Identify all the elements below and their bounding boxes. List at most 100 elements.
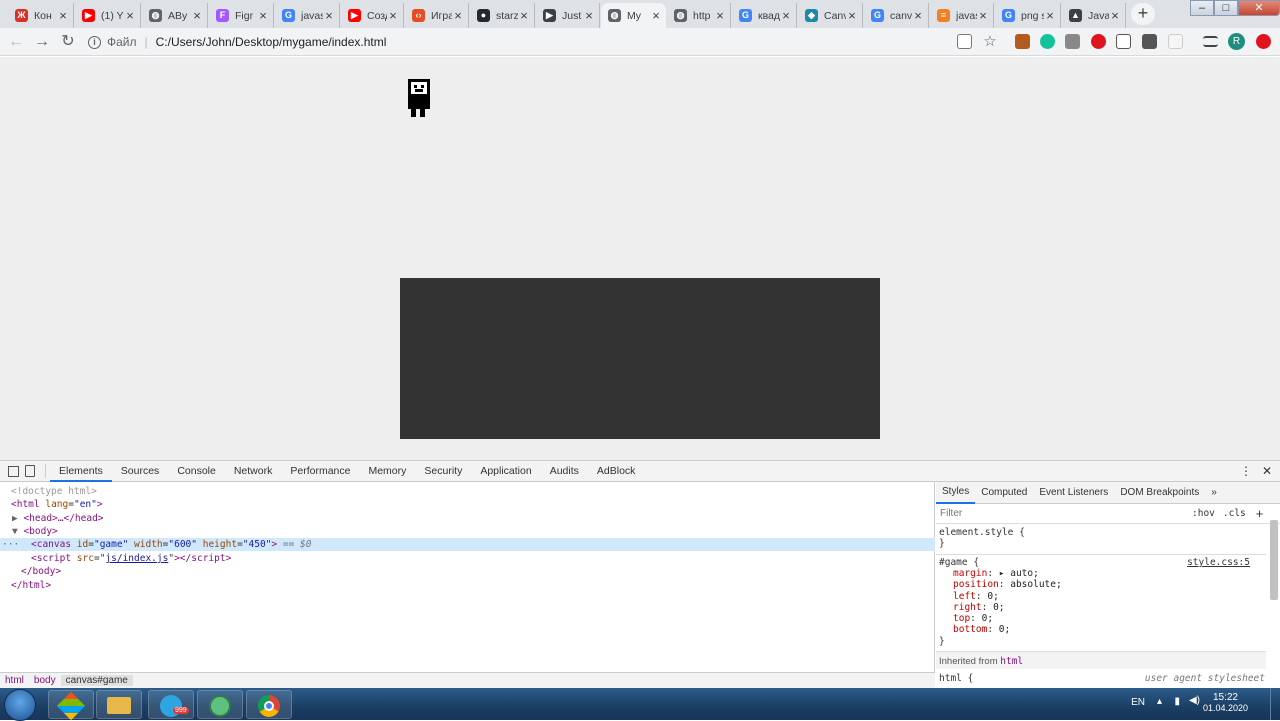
browser-tab[interactable]: F Figr × (209, 3, 274, 28)
dom-doctype[interactable]: <!doctype html> (0, 485, 935, 498)
browser-tab[interactable]: Gквадра× (732, 3, 797, 28)
address-bar[interactable]: i Файл | C:/Users/John/Desktop/mygame/in… (88, 30, 1008, 54)
tab-close-icon[interactable]: × (780, 8, 792, 23)
devtools-tab-sources[interactable]: Sources (112, 461, 169, 482)
css-declaration[interactable]: right: 0; (953, 602, 1265, 613)
devtools-tab-security[interactable]: Security (415, 461, 471, 482)
devtools-tab-audits[interactable]: Audits (541, 461, 588, 482)
browser-tab[interactable]: ● starzone× (470, 3, 535, 28)
browser-tab[interactable]: ◍ My × (601, 3, 666, 28)
more-tabs-chevron[interactable]: » (1205, 482, 1223, 503)
devtools-close-icon[interactable]: ✕ (1262, 464, 1272, 478)
css-value[interactable]: 0; (987, 591, 998, 602)
css-declaration[interactable]: left: 0; (953, 591, 1265, 602)
dom-head-node[interactable]: ▶ <head>…</head> (0, 512, 935, 525)
devtools-tab-adblock[interactable]: AdBlock (588, 461, 645, 482)
browser-tab[interactable]: Gcanvas× (864, 3, 929, 28)
grammarly-icon[interactable] (1040, 34, 1055, 49)
extension-icon[interactable] (1168, 34, 1183, 49)
opera-icon[interactable] (1256, 34, 1271, 49)
dom-canvas-node[interactable]: ··· <canvas id="game" width="600" height=… (0, 538, 935, 551)
breadcrumb-canvas[interactable]: canvas#game (60, 675, 133, 686)
dom-html-node[interactable]: <html lang="en"> (0, 498, 935, 511)
css-value[interactable]: 0; (999, 624, 1010, 635)
tab-close-icon[interactable]: × (583, 8, 595, 23)
rule-source-link[interactable]: style.css:5 (1187, 557, 1250, 568)
minimize-button[interactable]: – (1190, 0, 1214, 16)
tab-close-icon[interactable]: × (57, 8, 69, 23)
css-declaration[interactable]: margin: ▸ auto; (953, 568, 1265, 579)
volume-icon[interactable]: ◀) (1189, 695, 1200, 706)
browser-tab[interactable]: Gpng sm× (995, 3, 1061, 28)
ua-css-rule[interactable]: html { user agent stylesheet (939, 673, 1265, 684)
inherited-from-link[interactable]: html (1000, 656, 1023, 667)
tab-close-icon[interactable]: × (650, 8, 662, 23)
browser-tab[interactable]: ▲ Javascri× (1062, 3, 1126, 28)
browser-tab[interactable]: ▶ Создан× (341, 3, 404, 28)
clock[interactable]: 15:22 01.04.2020 (1203, 692, 1248, 713)
extension-icon[interactable] (1065, 34, 1080, 49)
tab-close-icon[interactable]: × (387, 8, 399, 23)
back-button[interactable]: ← (6, 32, 26, 52)
tab-close-icon[interactable]: × (257, 8, 269, 23)
dom-html-close[interactable]: </html> (0, 579, 935, 592)
tab-close-icon[interactable]: × (846, 8, 858, 23)
devtools-tab-network[interactable]: Network (225, 461, 282, 482)
start-button[interactable] (4, 689, 36, 721)
tab-close-icon[interactable]: × (191, 8, 203, 23)
dom-body-node[interactable]: ▼ <body> (0, 525, 935, 538)
maximize-button[interactable]: □ (1214, 0, 1238, 16)
extension-icon[interactable] (1116, 34, 1131, 49)
tab-event-listeners[interactable]: Event Listeners (1033, 482, 1114, 503)
dom-script-node[interactable]: <script src="js/index.js"></script> (0, 552, 935, 565)
browser-tab[interactable]: Ж Кон × (8, 3, 74, 28)
element-style-rule[interactable]: element.style { } (939, 527, 1265, 549)
opera-icon[interactable] (1091, 34, 1106, 49)
breadcrumb-html[interactable]: html (0, 675, 29, 686)
tab-close-icon[interactable]: × (452, 8, 464, 23)
tab-close-icon[interactable]: × (1109, 8, 1121, 23)
tab-close-icon[interactable]: × (518, 8, 530, 23)
language-indicator[interactable]: EN (1131, 697, 1145, 708)
profile-avatar[interactable]: R (1228, 33, 1245, 50)
new-rule-button[interactable]: + (1256, 506, 1264, 521)
network-signal-icon[interactable]: ▮ (1174, 696, 1180, 707)
atom-icon[interactable] (197, 690, 243, 719)
browser-tab[interactable]: ‹› Игра на× (405, 3, 469, 28)
tray-chevron-icon[interactable]: ▴ (1157, 696, 1162, 707)
dom-body-close[interactable]: </body> (0, 565, 935, 578)
browser-tab[interactable]: ◆ Canvas× (798, 3, 863, 28)
tab-close-icon[interactable]: × (124, 8, 136, 23)
tab-close-icon[interactable]: × (714, 8, 726, 23)
reading-list-icon[interactable] (1203, 36, 1218, 47)
css-declaration[interactable]: position: absolute; (953, 579, 1265, 590)
forward-button[interactable]: → (32, 32, 52, 52)
css-value[interactable]: 0; (982, 613, 993, 624)
devtools-tab-application[interactable]: Application (471, 461, 540, 482)
bookmark-star-icon[interactable]: ☆ (980, 32, 1000, 52)
extension-icon[interactable] (1015, 34, 1030, 49)
windows-icon[interactable] (48, 690, 94, 721)
telegram-icon[interactable]: 999 (148, 690, 194, 719)
reload-button[interactable]: ↻ (58, 32, 78, 52)
devtools-tab-memory[interactable]: Memory (359, 461, 415, 482)
devtools-tab-console[interactable]: Console (168, 461, 225, 482)
tab-close-icon[interactable]: × (1044, 8, 1056, 23)
translate-icon[interactable] (957, 34, 972, 49)
browser-tab[interactable]: ◍ http × (667, 3, 731, 28)
tab-styles[interactable]: Styles (936, 482, 976, 504)
browser-tab[interactable]: ▶ Just × (536, 3, 600, 28)
device-toolbar-icon[interactable] (25, 465, 35, 477)
info-icon[interactable]: i (88, 35, 101, 49)
browser-tab[interactable]: Gjavascrip× (275, 3, 340, 28)
css-value[interactable]: absolute; (1010, 579, 1061, 590)
devtools-tab-elements[interactable]: Elements (50, 461, 112, 482)
browser-tab[interactable]: ≡ javascri× (930, 3, 994, 28)
chrome-icon[interactable] (246, 690, 292, 719)
css-declaration[interactable]: bottom: 0; (953, 624, 1265, 635)
devtools-menu-icon[interactable]: ⋮ (1240, 464, 1252, 478)
styles-scrollbar[interactable] (1270, 520, 1278, 600)
cls-toggle[interactable]: .cls (1223, 508, 1246, 519)
game-css-rule[interactable]: #game { style.css:5 margin: ▸ auto; posit… (939, 557, 1265, 647)
css-value[interactable]: ▸ auto; (999, 568, 1039, 579)
